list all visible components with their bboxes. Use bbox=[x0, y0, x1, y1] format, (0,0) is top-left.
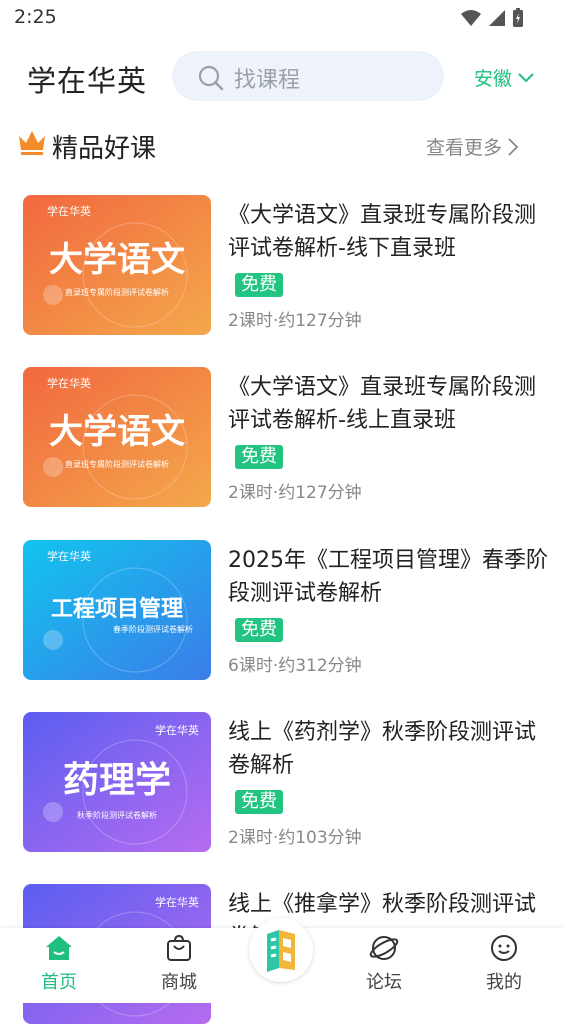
thumbnail-subtitle: 直录班专属阶段测评试卷解析 bbox=[65, 459, 169, 469]
search-icon bbox=[198, 65, 224, 91]
region-selector[interactable]: 安徽 bbox=[474, 64, 534, 91]
nav-store-label: 商城 bbox=[161, 972, 197, 993]
battery-icon bbox=[513, 8, 523, 27]
view-more-link[interactable]: 查看更多 bbox=[426, 133, 519, 160]
thumbnail-brand: 学在华英 bbox=[155, 723, 199, 737]
course-meta: 2课时·约127分钟 bbox=[228, 311, 362, 331]
course-meta: 2课时·约103分钟 bbox=[228, 828, 362, 848]
app-logo-icon bbox=[267, 930, 295, 972]
thumbnail-brand: 学在华英 bbox=[47, 549, 91, 563]
crown-icon bbox=[19, 131, 45, 155]
nav-forum[interactable]: 论坛 bbox=[339, 934, 429, 994]
thumbnail-title: 大学语文 bbox=[49, 412, 185, 452]
home-icon bbox=[46, 936, 72, 960]
course-thumbnail: 学在华英大学语文直录班专属阶段测评试卷解析 bbox=[23, 367, 211, 507]
planet-icon bbox=[369, 936, 399, 960]
free-badge: 免费 bbox=[235, 445, 283, 469]
wifi-icon bbox=[461, 10, 481, 26]
view-more-label: 查看更多 bbox=[426, 137, 503, 159]
thumbnail-title: 工程项目管理 bbox=[51, 596, 183, 622]
free-badge: 免费 bbox=[235, 618, 283, 642]
thumbnail-subtitle: 春季阶段测评试卷解析 bbox=[113, 624, 193, 634]
course-card[interactable]: 学在华英工程项目管理春季阶段测评试卷解析 2025年《工程项目管理》春季阶段测评试… bbox=[0, 540, 564, 690]
thumbnail-title: 大学语文 bbox=[49, 240, 185, 280]
nav-home-label: 首页 bbox=[41, 972, 77, 993]
thumbnail-brand: 学在华英 bbox=[47, 376, 91, 390]
nav-forum-label: 论坛 bbox=[366, 972, 402, 993]
region-label: 安徽 bbox=[474, 68, 513, 90]
search-placeholder: 找课程 bbox=[234, 68, 301, 93]
nav-mine-label: 我的 bbox=[486, 972, 522, 993]
app-title: 学在华英 bbox=[27, 64, 148, 98]
thumbnail-subtitle: 秋季阶段测评试卷解析 bbox=[77, 810, 157, 820]
shopping-bag-icon bbox=[167, 934, 191, 961]
course-title: 《大学语文》直录班专属阶段测评试卷解析-线下直录班 bbox=[228, 203, 537, 261]
nav-store[interactable]: 商城 bbox=[134, 934, 224, 994]
status-icons bbox=[460, 8, 524, 28]
course-meta: 2课时·约127分钟 bbox=[228, 483, 362, 503]
course-card[interactable]: 学在华英 药理学 秋季阶段测评试卷解析 线上《药剂学》秋季阶段测评试卷解析 免费 2课时·… bbox=[0, 712, 564, 862]
nav-home[interactable]: 首页 bbox=[14, 934, 104, 994]
center-logo-button[interactable] bbox=[249, 918, 313, 982]
free-badge: 免费 bbox=[235, 273, 283, 297]
section-title: 精品好课 bbox=[52, 134, 157, 164]
nav-mine[interactable]: 我的 bbox=[459, 934, 549, 994]
thumbnail-brand: 学在华英 bbox=[47, 204, 91, 218]
course-thumbnail: 学在华英工程项目管理春季阶段测评试卷解析 bbox=[23, 540, 211, 680]
thumbnail-brand: 学在华英 bbox=[155, 895, 199, 909]
course-meta: 6课时·约312分钟 bbox=[228, 656, 362, 676]
course-card[interactable]: 学在华英 大学语文 直录班专属阶段测评试卷解析 《大学语文》直录班专属阶段测评试卷解析… bbox=[0, 367, 564, 517]
smiley-face-icon bbox=[491, 935, 517, 961]
course-title: 2025年《工程项目管理》春季阶段测评试卷解析 bbox=[228, 548, 548, 606]
free-badge: 免费 bbox=[235, 790, 283, 814]
thumbnail-title: 药理学 bbox=[63, 759, 171, 801]
thumbnail-subtitle: 直录班专属阶段测评试卷解析 bbox=[65, 287, 169, 297]
section-header: 精品好课 查看更多 bbox=[0, 122, 564, 170]
search-input[interactable]: 找课程 bbox=[172, 51, 444, 101]
status-time: 2:25 bbox=[14, 6, 57, 28]
status-bar: 2:25 bbox=[0, 0, 564, 38]
bottom-nav: 首页 商城 论坛 我的 bbox=[0, 918, 564, 1003]
course-card[interactable]: 学在华英 大学语文 直录班专属阶段测评试卷解析 《大学语文》直录班专属阶段测评试卷解析… bbox=[0, 195, 564, 345]
course-title: 线上《药剂学》秋季阶段测评试卷解析 bbox=[228, 720, 537, 778]
top-header: 学在华英 找课程 安徽 bbox=[0, 46, 564, 108]
chevron-right-icon bbox=[508, 137, 519, 156]
chevron-down-icon bbox=[518, 72, 534, 82]
course-title: 《大学语文》直录班专属阶段测评试卷解析-线上直录班 bbox=[228, 375, 537, 433]
course-thumbnail: 学在华英药理学秋季阶段测评试卷解析 bbox=[23, 712, 211, 852]
course-thumbnail: 学在华英大学语文直录班专属阶段测评试卷解析 bbox=[23, 195, 211, 335]
signal-icon bbox=[489, 10, 505, 26]
